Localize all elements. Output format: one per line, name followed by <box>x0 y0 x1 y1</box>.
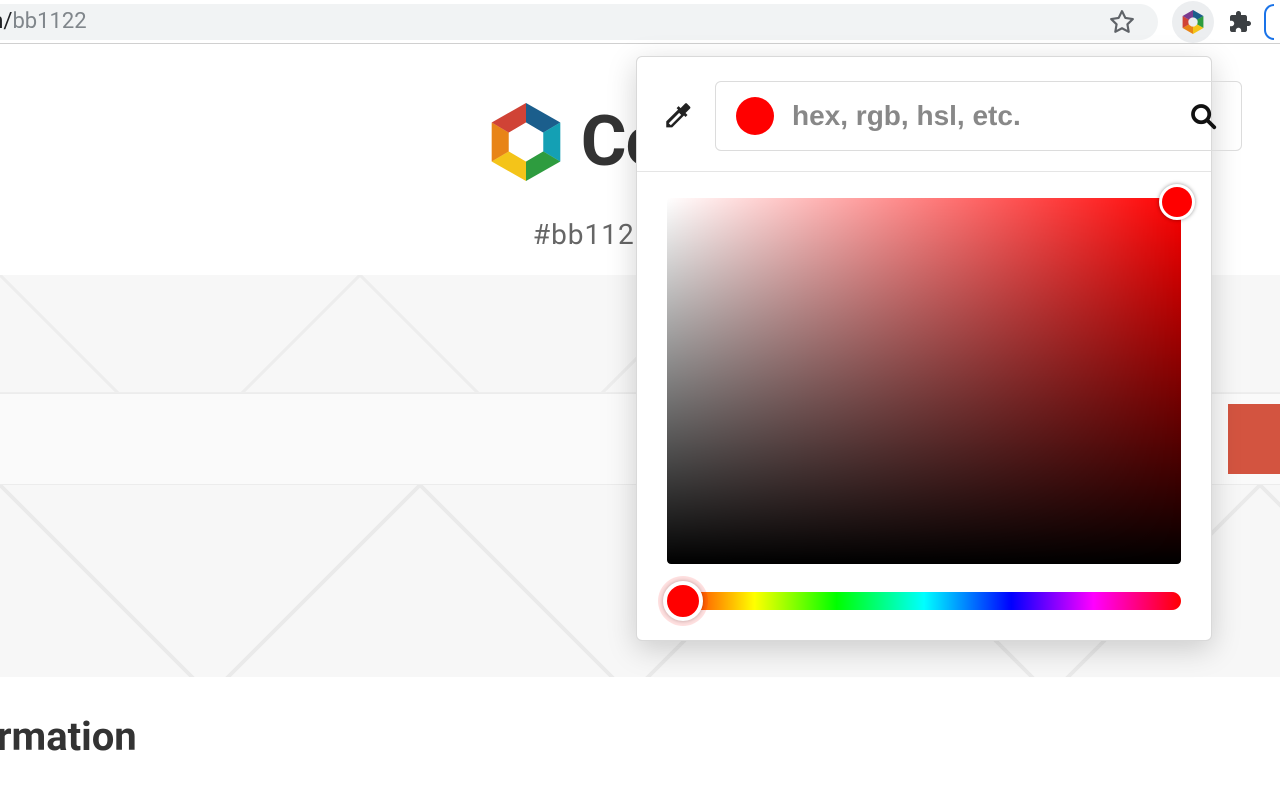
hue-handle[interactable] <box>663 581 703 621</box>
saturation-value-panel[interactable] <box>667 198 1181 564</box>
address-actions <box>1104 4 1140 40</box>
eyedropper-button[interactable] <box>661 94 695 138</box>
color-search-input[interactable] <box>792 100 1167 132</box>
url-host-part: com/ <box>0 9 12 34</box>
colorhexa-extension-icon[interactable] <box>1172 1 1214 43</box>
browser-address-bar: com/bb1122 <box>0 0 1280 44</box>
current-color-dot[interactable] <box>736 97 774 135</box>
url-path-part: bb1122 <box>12 9 86 34</box>
eyedropper-icon <box>661 99 695 133</box>
section-heading: formation <box>0 713 1280 760</box>
hue-row <box>667 592 1181 610</box>
address-pill[interactable]: com/bb1122 <box>0 4 1158 40</box>
extensions-puzzle-icon[interactable] <box>1222 4 1258 40</box>
profile-avatar-edge[interactable] <box>1264 4 1274 40</box>
color-search-field <box>715 81 1242 151</box>
extension-popup <box>636 56 1212 641</box>
colorhexa-logo-icon <box>487 98 565 186</box>
bookmark-star-icon[interactable] <box>1104 4 1140 40</box>
popup-body <box>637 172 1211 640</box>
color-swatch[interactable] <box>1228 404 1280 474</box>
popup-toolbar <box>637 57 1211 172</box>
search-button[interactable] <box>1185 98 1221 134</box>
sv-handle[interactable] <box>1159 184 1195 220</box>
search-icon <box>1188 101 1218 131</box>
hue-slider[interactable] <box>667 592 1181 610</box>
